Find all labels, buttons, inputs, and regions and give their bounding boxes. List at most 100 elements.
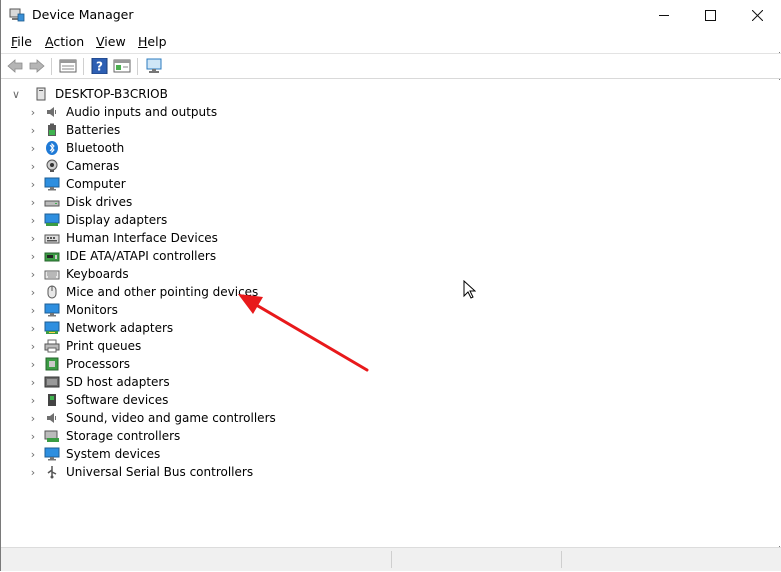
expand-chevron-icon[interactable]: ›: [26, 358, 40, 371]
tree-item[interactable]: › Mice and other pointing devices: [26, 283, 259, 301]
expand-chevron-icon[interactable]: ›: [26, 322, 40, 335]
tree-item-label-keyboard: Keyboards: [66, 267, 129, 281]
toolbar-separator: [83, 58, 84, 75]
tree-item[interactable]: › Computer: [26, 175, 126, 193]
back-icon[interactable]: [6, 58, 24, 74]
tree-item[interactable]: › Human Interface Devices: [26, 229, 218, 247]
tree-item-label-speaker: Audio inputs and outputs: [66, 105, 218, 119]
expand-chevron-icon[interactable]: ›: [26, 232, 40, 245]
expand-chevron-icon[interactable]: ›: [26, 430, 40, 443]
toolbar: ?: [1, 53, 781, 79]
expand-chevron-icon[interactable]: ›: [26, 250, 40, 263]
device-tree[interactable]: ∨ DESKTOP-B3CRIOB › Audio inputs and output…: [1, 80, 781, 546]
computer-root-icon: [36, 87, 46, 101]
tree-item-label-network-adapter: Network adapters: [66, 321, 174, 335]
device-manager-window: Device Manager File Action View Help ? ∨…: [0, 0, 781, 571]
menu-action[interactable]: Action: [45, 34, 84, 49]
expand-chevron-icon[interactable]: ›: [26, 124, 40, 137]
tree-item[interactable]: › Cameras: [26, 157, 120, 175]
usb-icon: [47, 466, 57, 479]
expand-chevron-icon[interactable]: ›: [26, 196, 40, 209]
tree-item-label-printer: Print queues: [66, 339, 142, 353]
expand-chevron-icon[interactable]: ›: [26, 412, 40, 425]
tree-item-label-mouse: Mice and other pointing devices: [66, 285, 259, 299]
expand-chevron-icon[interactable]: ›: [26, 178, 40, 191]
menu-file-rest: ile: [17, 34, 32, 49]
expand-chevron-icon[interactable]: ›: [26, 286, 40, 299]
action-icon[interactable]: [113, 58, 131, 74]
root-label: DESKTOP-B3CRIOB: [55, 87, 168, 101]
system-device-icon: [44, 447, 60, 461]
expand-chevron-icon[interactable]: ›: [26, 142, 40, 155]
tree-item[interactable]: › Storage controllers: [26, 427, 180, 445]
tree-item-label-hid: Human Interface Devices: [66, 231, 218, 245]
disk-drive-icon: [44, 200, 60, 207]
tree-item-label-monitor: Monitors: [66, 303, 118, 317]
properties-icon[interactable]: [59, 58, 77, 74]
menu-action-rest: ction: [53, 34, 85, 49]
tree-item[interactable]: › Bluetooth: [26, 139, 124, 157]
tree-item-label-display-adapter: Display adapters: [66, 213, 168, 227]
expand-chevron-icon[interactable]: ›: [26, 340, 40, 353]
collapse-chevron-icon[interactable]: ∨: [9, 88, 23, 101]
minimize-button[interactable]: [641, 0, 687, 31]
tree-item[interactable]: › Universal Serial Bus controllers: [26, 463, 253, 481]
tree-item[interactable]: › Keyboards: [26, 265, 129, 283]
network-adapter-icon: [44, 321, 60, 334]
tree-item-label-ide-controller: IDE ATA/ATAPI controllers: [66, 249, 217, 263]
speaker-icon: [47, 107, 56, 117]
menu-view-rest: iew: [104, 34, 126, 49]
forward-icon[interactable]: [28, 58, 46, 74]
software-device-icon: [48, 394, 56, 406]
menu-view[interactable]: View: [96, 34, 126, 49]
expand-chevron-icon[interactable]: ›: [26, 448, 40, 461]
status-separator: [391, 551, 392, 568]
sound-controller-icon: [47, 413, 56, 423]
bluetooth-icon: [46, 141, 58, 155]
tree-item[interactable]: › Disk drives: [26, 193, 132, 211]
tree-item[interactable]: › Audio inputs and outputs: [26, 103, 217, 121]
computer-icon: [44, 177, 60, 191]
expand-chevron-icon[interactable]: ›: [26, 304, 40, 317]
tree-item[interactable]: › Batteries: [26, 121, 120, 139]
status-separator: [561, 551, 562, 568]
expand-chevron-icon[interactable]: ›: [26, 214, 40, 227]
minimize-icon: [658, 15, 669, 16]
tree-item[interactable]: › Monitors: [26, 301, 118, 319]
tree-root[interactable]: ∨ DESKTOP-B3CRIOB: [9, 85, 168, 103]
expand-chevron-icon[interactable]: ›: [26, 106, 40, 119]
tree-item[interactable]: › System devices: [26, 445, 160, 463]
expand-chevron-icon[interactable]: ›: [26, 394, 40, 407]
toolbar-separator: [137, 58, 138, 75]
mouse-cursor-icon: [463, 280, 476, 299]
expand-chevron-icon[interactable]: ›: [26, 376, 40, 389]
printer-icon: [44, 339, 60, 353]
menu-file[interactable]: File: [11, 34, 32, 49]
ide-controller-icon: [44, 252, 60, 262]
menu-help[interactable]: Help: [138, 34, 167, 49]
tree-item-label-usb: Universal Serial Bus controllers: [66, 465, 254, 479]
help-icon[interactable]: ?: [91, 58, 109, 74]
window-title: Device Manager: [32, 7, 134, 22]
maximize-button[interactable]: [687, 0, 733, 31]
hid-icon: [44, 234, 60, 244]
tree-item[interactable]: › Network adapters: [26, 319, 173, 337]
close-button[interactable]: [734, 0, 780, 31]
tree-item-label-camera: Cameras: [66, 159, 120, 173]
menu-help-rest: elp: [147, 34, 167, 49]
tree-item[interactable]: › Sound, video and game controllers: [26, 409, 276, 427]
storage-controller-icon: [44, 430, 59, 442]
tree-item[interactable]: › Software devices: [26, 391, 169, 409]
menu-bar: File Action View Help: [1, 31, 781, 52]
tree-item[interactable]: › Print queues: [26, 337, 141, 355]
expand-chevron-icon[interactable]: ›: [26, 268, 40, 281]
tree-item[interactable]: › Display adapters: [26, 211, 167, 229]
monitor-scan-icon[interactable]: [145, 58, 163, 74]
tree-item[interactable]: › IDE ATA/ATAPI controllers: [26, 247, 216, 265]
expand-chevron-icon[interactable]: ›: [26, 160, 40, 173]
tree-item[interactable]: › SD host adapters: [26, 373, 170, 391]
title-bar[interactable]: Device Manager: [1, 0, 781, 31]
expand-chevron-icon[interactable]: ›: [26, 466, 40, 479]
sd-adapter-icon: [44, 376, 60, 388]
tree-item[interactable]: › Processors: [26, 355, 130, 373]
